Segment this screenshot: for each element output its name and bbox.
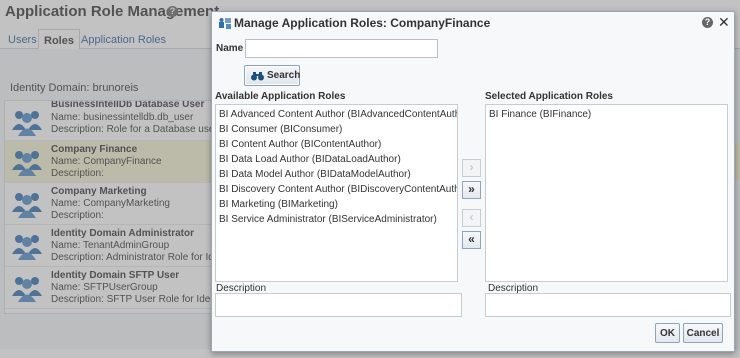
selected-roles-list[interactable]: BI Finance (BIFinance) (485, 104, 728, 282)
dialog-title: Manage Application Roles: CompanyFinance (234, 16, 491, 30)
cancel-button[interactable]: Cancel (683, 323, 723, 343)
ok-button[interactable]: OK (655, 323, 680, 343)
selected-roles-label: Selected Application Roles (485, 91, 613, 102)
selected-description-field[interactable] (485, 293, 731, 317)
dialog-header: Manage Application Roles: CompanyFinance… (212, 12, 734, 34)
list-item[interactable]: BI Data Model Author (BIDataModelAuthor) (216, 167, 457, 182)
list-item[interactable]: BI Finance (BIFinance) (486, 107, 727, 122)
list-item[interactable]: BI Data Load Author (BIDataLoadAuthor) (216, 152, 457, 167)
app-roles-icon (219, 18, 231, 29)
search-button-label: Search (267, 70, 301, 81)
name-search-input[interactable] (245, 39, 438, 58)
manage-application-roles-dialog: Manage Application Roles: CompanyFinance… (211, 11, 735, 352)
search-button[interactable]: Search (244, 65, 300, 86)
binoculars-icon (251, 72, 264, 81)
available-roles-list[interactable]: BI Advanced Content Author (BIAdvancedCo… (215, 104, 458, 282)
available-roles-label: Available Application Roles (215, 91, 346, 102)
name-label: Name (216, 43, 244, 54)
list-item[interactable]: BI Content Author (BIContentAuthor) (216, 137, 457, 152)
remove-all-button[interactable]: « (462, 231, 481, 249)
dialog-help-icon[interactable]: ? (702, 17, 713, 28)
list-item[interactable]: BI Service Administrator (BIServiceAdmin… (216, 212, 457, 227)
list-item[interactable]: BI Consumer (BIConsumer) (216, 122, 457, 137)
available-description-field[interactable] (215, 293, 462, 317)
list-item[interactable]: BI Advanced Content Author (BIAdvancedCo… (216, 107, 457, 122)
remove-button[interactable]: ‹ (462, 209, 481, 227)
list-item[interactable]: BI Marketing (BIMarketing) (216, 197, 457, 212)
list-item[interactable]: BI Discovery Content Author (BIDiscovery… (216, 182, 457, 197)
move-button[interactable]: › (462, 159, 481, 177)
close-icon[interactable]: ✕ (718, 14, 730, 30)
move-all-button[interactable]: » (462, 181, 481, 199)
